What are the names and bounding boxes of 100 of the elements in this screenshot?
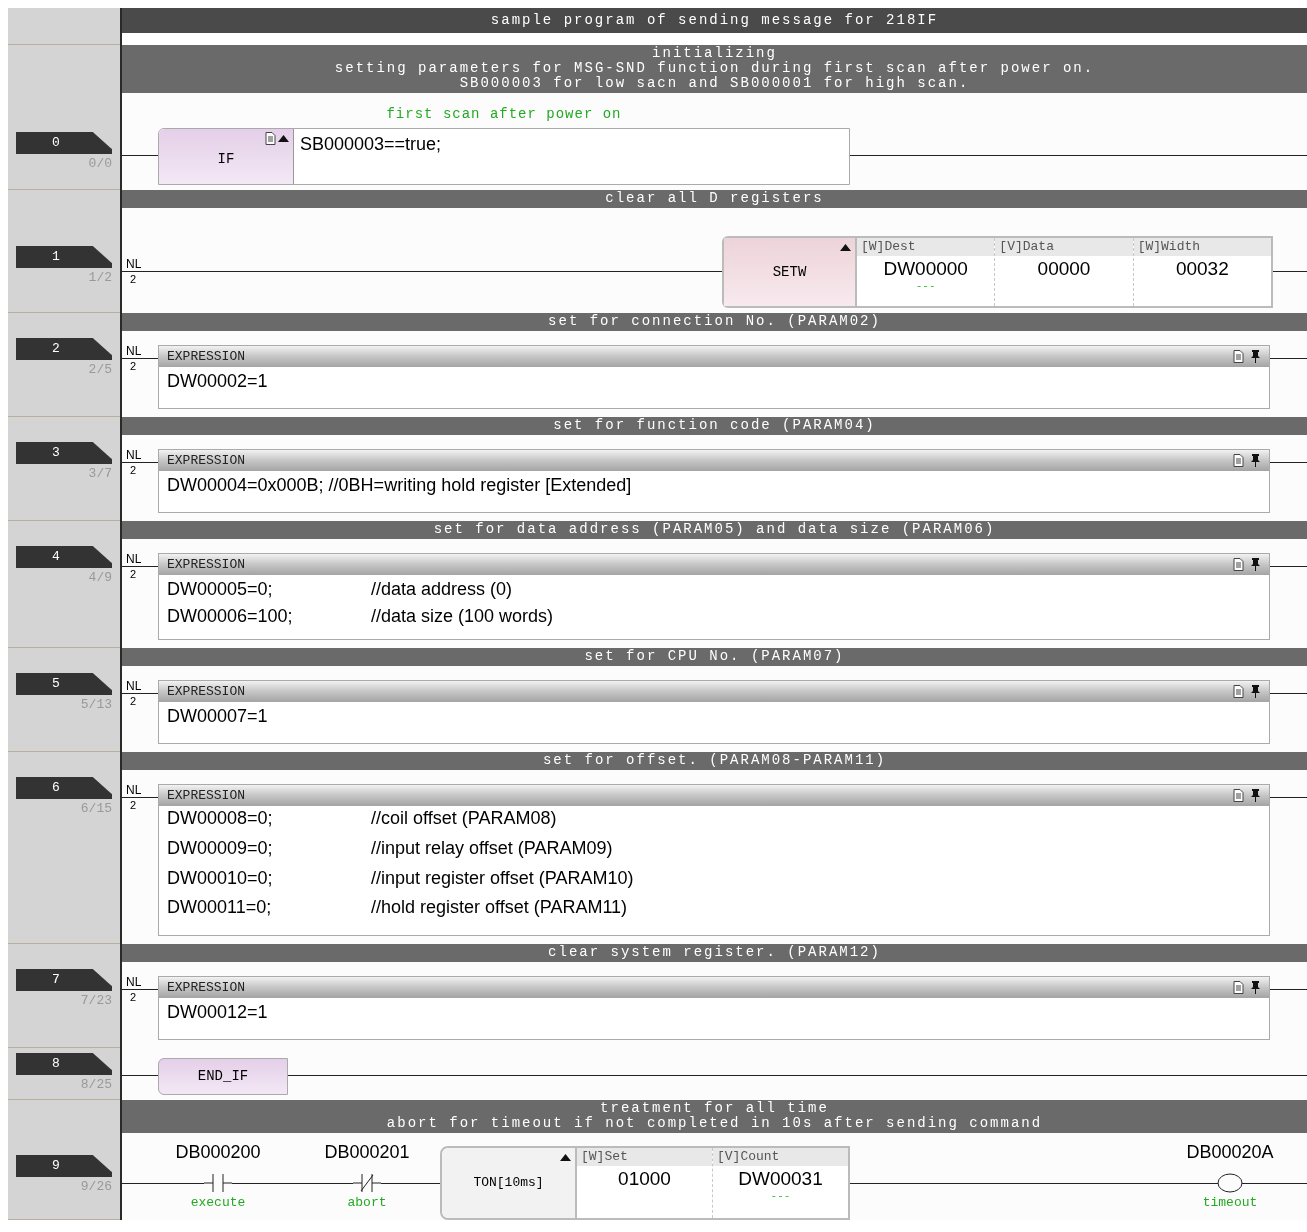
nl-label: NL — [126, 680, 142, 693]
rung-number-badge: 3 — [16, 442, 112, 464]
rung-number-badge: 1 — [16, 246, 112, 268]
code-comment: //data size (100 words) — [371, 607, 555, 628]
code-text: DW00010=0; — [167, 870, 274, 890]
step-count: 3/7 — [88, 466, 112, 481]
comment-text: sample program of sending message for 218IF — [490, 12, 939, 28]
pin-icon — [1250, 454, 1261, 467]
document-icon — [1233, 789, 1244, 802]
parameter-value: DW00031 — [737, 1168, 824, 1190]
pin-icon — [1250, 350, 1261, 363]
comment-text: setting parameters for MSG-SND function during first scan after power on. — [334, 61, 1095, 76]
instruction-name: SETW — [772, 262, 807, 282]
parameter-value: 00000 — [1036, 258, 1092, 280]
step-count: 4/9 — [88, 570, 112, 585]
expression-header: EXPRESSION — [167, 786, 245, 805]
parameter-label: [V]Count — [713, 1148, 848, 1166]
coil-note: timeout — [1202, 1195, 1258, 1210]
pin-icon — [1250, 558, 1261, 571]
step-count: 2/5 — [88, 362, 112, 377]
rung-number-badge: 2 — [16, 338, 112, 360]
nl-label: NL — [126, 449, 142, 462]
condition-text: SB000003==true; — [299, 133, 442, 156]
comment-text: initializing — [652, 46, 777, 61]
parameter-note: --- — [769, 1190, 792, 1202]
comment-text: treatment for all time — [600, 1101, 829, 1116]
code-text: DW00005=0; — [167, 580, 274, 601]
instruction-name: TON[10ms] — [473, 1174, 544, 1193]
step-count: 1/2 — [88, 270, 112, 285]
nl-count: 2 — [130, 273, 137, 285]
code-text: DW00011=0; — [167, 900, 273, 920]
instruction-name: IF — [217, 150, 235, 169]
rung-number-badge: 0 — [16, 132, 112, 154]
pin-icon — [1250, 789, 1261, 802]
code-text: DW00008=0; — [167, 811, 274, 830]
comment-text: set for CPU No. (PARAM07) — [584, 649, 845, 664]
coil-label: DB00020A — [1186, 1141, 1274, 1163]
pin-icon — [1250, 981, 1261, 994]
contact-note: execute — [190, 1195, 246, 1210]
parameter-label: [W]Dest — [857, 238, 995, 256]
instruction-name: END_IF — [197, 1067, 249, 1086]
code-text: DW00007=1 — [167, 707, 269, 728]
nl-label: NL — [126, 976, 142, 989]
expression-header: EXPRESSION — [167, 978, 245, 997]
nl-label: NL — [126, 258, 142, 271]
rung-number-badge: 7 — [16, 969, 112, 991]
nl-label: NL — [126, 553, 142, 566]
rung-number-badge: 6 — [16, 777, 112, 799]
comment-text: set for function code (PARAM04) — [553, 418, 876, 433]
document-icon — [1233, 685, 1244, 698]
parameter-value: 00032 — [1174, 258, 1230, 280]
step-count: 6/15 — [80, 801, 112, 816]
document-icon — [1233, 350, 1244, 363]
parameter-label: [W]Width — [1133, 238, 1271, 256]
document-icon — [265, 132, 276, 145]
triangle-icon — [560, 1154, 571, 1161]
contact-note: abort — [347, 1195, 387, 1210]
nl-count: 2 — [130, 799, 137, 811]
document-icon — [1233, 981, 1244, 994]
expression-header: EXPRESSION — [167, 555, 245, 574]
comment-text: SB000003 for low sacn and SB000001 for high scan. — [459, 76, 970, 91]
code-text: DW00004=0x000B; //0BH=writing hold register [Extended] — [167, 476, 633, 497]
comment-text: set for connection No. (PARAM02) — [548, 314, 881, 329]
parameter-value: 01000 — [617, 1168, 672, 1190]
parameter-value: DW00000 — [882, 258, 969, 280]
rung-number-badge: 9 — [16, 1155, 112, 1177]
document-icon — [1233, 454, 1244, 467]
code-text: DW00009=0; — [167, 840, 274, 860]
code-comment: //input register offset (PARAM10) — [371, 870, 635, 890]
step-count: 5/13 — [80, 697, 112, 712]
triangle-icon — [278, 135, 289, 142]
triangle-icon — [840, 244, 851, 251]
nl-count: 2 — [130, 568, 137, 580]
rung-number-badge: 4 — [16, 546, 112, 568]
nl-count: 2 — [130, 464, 137, 476]
parameter-note: --- — [914, 280, 937, 292]
rung-number-badge: 5 — [16, 673, 112, 695]
step-count: 0/0 — [88, 156, 112, 171]
rung-number-badge: 8 — [16, 1053, 112, 1075]
contact-label: DB000200 — [175, 1141, 261, 1163]
comment-text: clear all D registers — [605, 191, 824, 206]
comment-text: set for data address (PARAM05) and data size (PARAM06) — [433, 522, 996, 537]
nl-label: NL — [126, 345, 142, 358]
code-comment: //coil offset (PARAM08) — [371, 811, 558, 830]
annotation-text: first scan after power on — [386, 106, 622, 122]
nl-label: NL — [126, 784, 142, 797]
step-count: 7/23 — [80, 993, 112, 1008]
nl-count: 2 — [130, 695, 137, 707]
comment-text: set for offset. (PARAM08-PARAM11) — [542, 753, 887, 768]
code-text: DW00006=100; — [167, 607, 294, 628]
code-text: DW00002=1 — [167, 372, 269, 393]
expression-header: EXPRESSION — [167, 682, 245, 701]
comment-text: abort for timeout if not completed in 10s after sending command — [386, 1116, 1043, 1131]
code-comment: //data address (0) — [371, 580, 514, 601]
comment-text: clear system register. (PARAM12) — [548, 945, 881, 960]
code-text: DW00012=1 — [167, 1003, 269, 1024]
step-count: 8/25 — [80, 1077, 112, 1092]
nl-count: 2 — [130, 360, 137, 372]
code-comment: //input relay offset (PARAM09) — [371, 840, 614, 860]
expression-header: EXPRESSION — [167, 451, 245, 470]
